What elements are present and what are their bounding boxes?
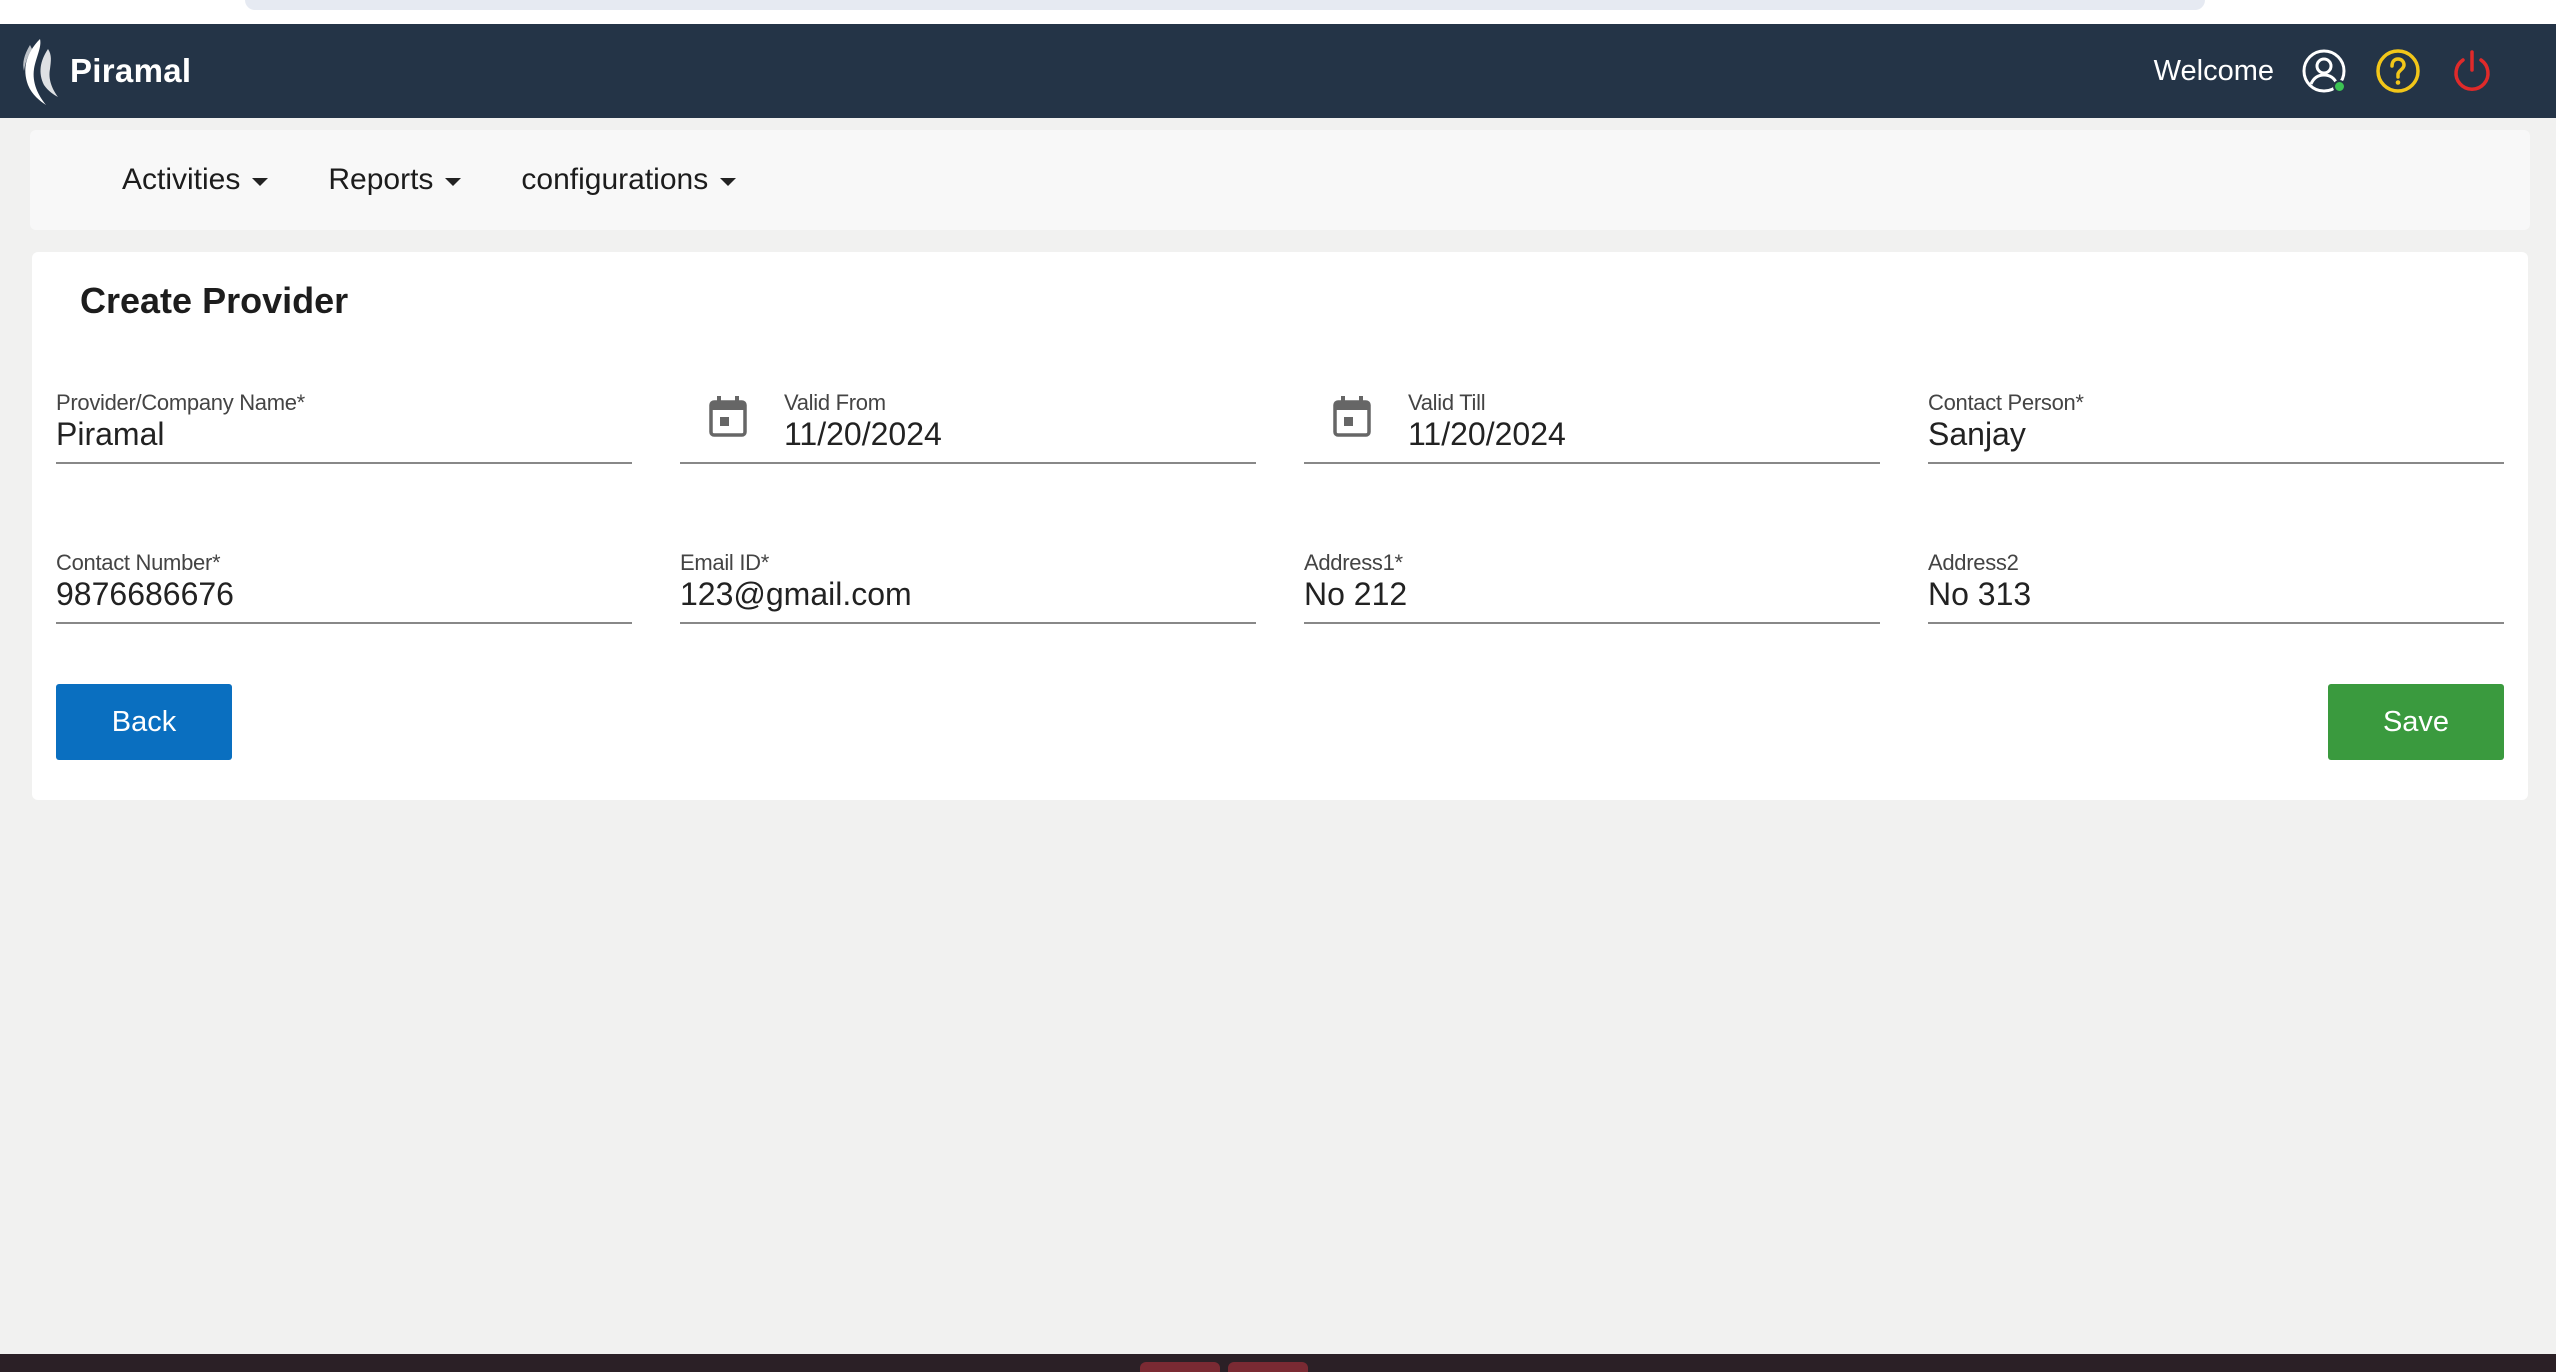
logo-text: Piramal <box>70 52 192 89</box>
app-header: Piramal Welcome <box>0 24 2556 118</box>
valid-till-field: Valid Till <box>1304 390 1880 464</box>
provider-name-input[interactable] <box>56 416 632 453</box>
nav-activities-label: Activities <box>122 163 241 196</box>
address1-field: Address1* <box>1304 550 1880 624</box>
power-icon <box>2454 50 2490 91</box>
caret-down-icon <box>252 178 269 186</box>
taskbar-tab[interactable] <box>1140 1362 1220 1372</box>
address2-input[interactable] <box>1928 576 2504 613</box>
caret-down-icon <box>445 178 462 186</box>
nav-configurations[interactable]: configurations <box>521 163 737 197</box>
nav-reports[interactable]: Reports <box>328 163 462 197</box>
contact-person-field: Contact Person* <box>1928 390 2504 464</box>
address2-field: Address2 <box>1928 550 2504 624</box>
browser-url-bar[interactable] <box>245 0 2205 10</box>
contact-number-input[interactable] <box>56 576 632 613</box>
valid-from-label: Valid From <box>784 390 886 415</box>
user-profile-button[interactable] <box>2300 47 2348 95</box>
nav-reports-label: Reports <box>328 163 434 196</box>
email-input[interactable] <box>680 576 1256 613</box>
valid-from-field: Valid From <box>680 390 1256 464</box>
contact-person-label: Contact Person* <box>1928 390 2084 415</box>
save-button[interactable]: Save <box>2328 684 2504 760</box>
email-label: Email ID* <box>680 550 769 575</box>
back-button[interactable]: Back <box>56 684 232 760</box>
contact-number-field: Contact Number* <box>56 550 632 624</box>
address2-label: Address2 <box>1928 550 2019 575</box>
address1-label: Address1* <box>1304 550 1403 575</box>
nav-activities[interactable]: Activities <box>122 163 269 197</box>
create-provider-card: Create Provider Provider/Company Name* V… <box>32 252 2528 800</box>
piramal-logo-icon <box>23 39 58 105</box>
address1-input[interactable] <box>1304 576 1880 613</box>
caret-down-icon <box>720 178 737 186</box>
contact-person-input[interactable] <box>1928 416 2504 453</box>
valid-from-input[interactable] <box>784 416 1244 453</box>
valid-till-input[interactable] <box>1408 416 1868 453</box>
header-actions: Welcome <box>2154 24 2496 118</box>
welcome-text: Welcome <box>2153 54 2274 87</box>
provider-name-label: Provider/Company Name* <box>56 390 305 415</box>
help-circle-icon <box>2376 49 2420 93</box>
valid-till-label: Valid Till <box>1408 390 1486 415</box>
online-status-dot <box>2333 80 2346 93</box>
provider-name-field: Provider/Company Name* <box>56 390 632 464</box>
calendar-icon[interactable] <box>1332 394 1372 438</box>
main-nav: Activities Reports configurations <box>30 130 2530 230</box>
taskbar-tab[interactable] <box>1228 1362 1308 1372</box>
help-button[interactable] <box>2374 47 2422 95</box>
calendar-icon[interactable] <box>708 394 748 438</box>
logo[interactable]: Piramal <box>18 32 191 110</box>
nav-configurations-label: configurations <box>521 163 709 196</box>
taskbar-strip <box>0 1354 2556 1372</box>
browser-top-strip <box>0 0 2556 24</box>
contact-number-label: Contact Number* <box>56 550 221 575</box>
logout-button[interactable] <box>2448 47 2496 95</box>
page-title: Create Provider <box>80 280 349 321</box>
email-field: Email ID* <box>680 550 1256 624</box>
